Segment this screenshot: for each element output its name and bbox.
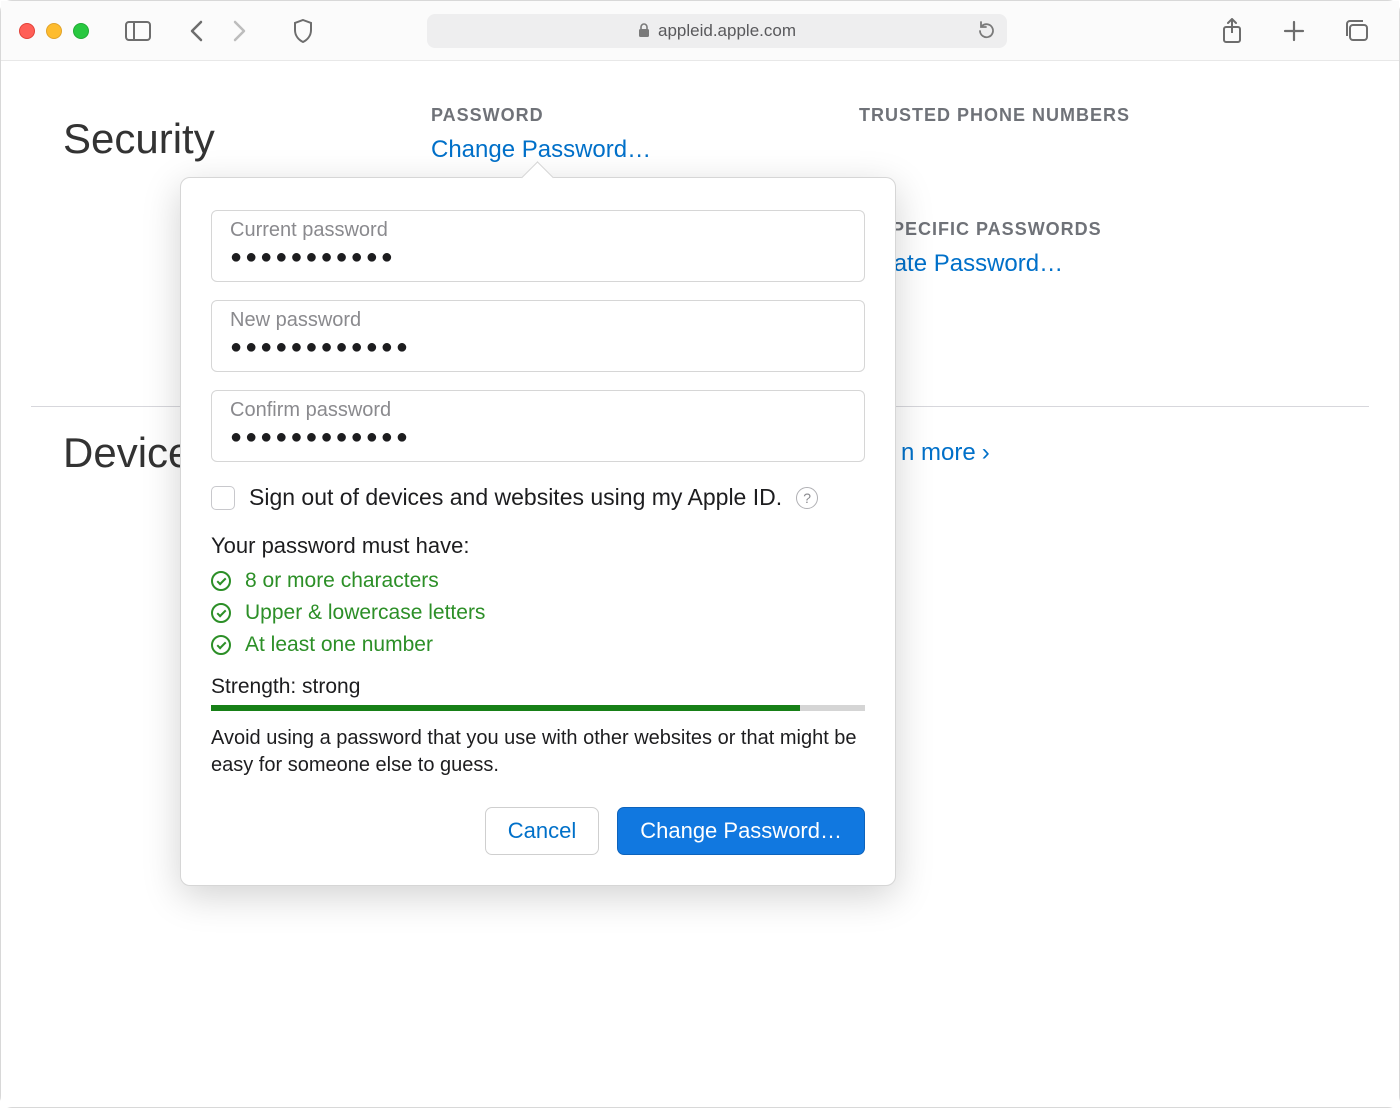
zoom-window-button[interactable]: [73, 23, 89, 39]
address-bar[interactable]: appleid.apple.com: [427, 14, 1007, 48]
password-header: PASSWORD: [431, 105, 651, 126]
signout-checkbox[interactable]: [211, 486, 235, 510]
safari-window: appleid.apple.com Security PASSWORD Chan…: [0, 0, 1400, 1108]
password-advice: Avoid using a password that you use with…: [211, 725, 865, 779]
current-password-label: Current password: [230, 219, 846, 242]
trusted-phone-header: TRUSTED PHONE NUMBERS: [859, 105, 1130, 126]
close-window-button[interactable]: [19, 23, 35, 39]
window-controls: [19, 23, 89, 39]
page-content: Security PASSWORD Change Password… TRUST…: [1, 61, 1399, 1107]
check-icon: [211, 635, 231, 655]
sidebar-toggle-icon[interactable]: [121, 17, 155, 45]
security-heading: Security: [63, 115, 215, 163]
change-password-link[interactable]: Change Password…: [431, 136, 651, 164]
requirement-item: At least one number: [211, 633, 865, 657]
strength-meter: [211, 705, 865, 711]
change-password-button[interactable]: Change Password…: [617, 807, 865, 855]
tab-overview-icon[interactable]: [1341, 16, 1373, 46]
requirement-text: At least one number: [245, 633, 433, 657]
requirement-text: 8 or more characters: [245, 569, 439, 593]
strength-label: Strength: strong: [211, 675, 865, 699]
change-password-popover: Current password ●●●●●●●●●●● New passwor…: [180, 177, 896, 886]
learn-more-text: n more: [901, 439, 976, 467]
trusted-phone-section: TRUSTED PHONE NUMBERS: [859, 105, 1130, 126]
password-section: PASSWORD Change Password…: [431, 105, 651, 164]
new-tab-icon[interactable]: [1279, 16, 1309, 46]
lock-icon: [638, 23, 650, 38]
confirm-password-label: Confirm password: [230, 399, 846, 422]
confirm-password-field[interactable]: Confirm password ●●●●●●●●●●●●: [211, 390, 865, 462]
confirm-password-value: ●●●●●●●●●●●●: [230, 426, 846, 449]
minimize-window-button[interactable]: [46, 23, 62, 39]
privacy-report-icon[interactable]: [289, 15, 317, 47]
forward-button[interactable]: [229, 16, 251, 46]
help-icon[interactable]: ?: [796, 487, 818, 509]
chevron-right-icon: ›: [982, 439, 990, 467]
new-password-value: ●●●●●●●●●●●●: [230, 336, 846, 359]
requirement-item: 8 or more characters: [211, 569, 865, 593]
url-text: appleid.apple.com: [658, 21, 796, 41]
strength-fill: [211, 705, 800, 711]
cancel-button[interactable]: Cancel: [485, 807, 599, 855]
titlebar: appleid.apple.com: [1, 1, 1399, 61]
check-icon: [211, 603, 231, 623]
learn-more-link[interactable]: n more ›: [901, 439, 990, 467]
requirement-text: Upper & lowercase letters: [245, 601, 485, 625]
check-icon: [211, 571, 231, 591]
button-row: Cancel Change Password…: [211, 807, 865, 855]
new-password-field[interactable]: New password ●●●●●●●●●●●●: [211, 300, 865, 372]
reload-icon[interactable]: [977, 21, 995, 41]
back-button[interactable]: [185, 16, 207, 46]
share-icon[interactable]: [1217, 14, 1247, 48]
requirements-title: Your password must have:: [211, 533, 865, 559]
signout-row: Sign out of devices and websites using m…: [211, 484, 865, 511]
requirement-item: Upper & lowercase letters: [211, 601, 865, 625]
current-password-value: ●●●●●●●●●●●: [230, 246, 846, 269]
new-password-label: New password: [230, 309, 846, 332]
signout-label: Sign out of devices and websites using m…: [249, 484, 782, 511]
current-password-field[interactable]: Current password ●●●●●●●●●●●: [211, 210, 865, 282]
